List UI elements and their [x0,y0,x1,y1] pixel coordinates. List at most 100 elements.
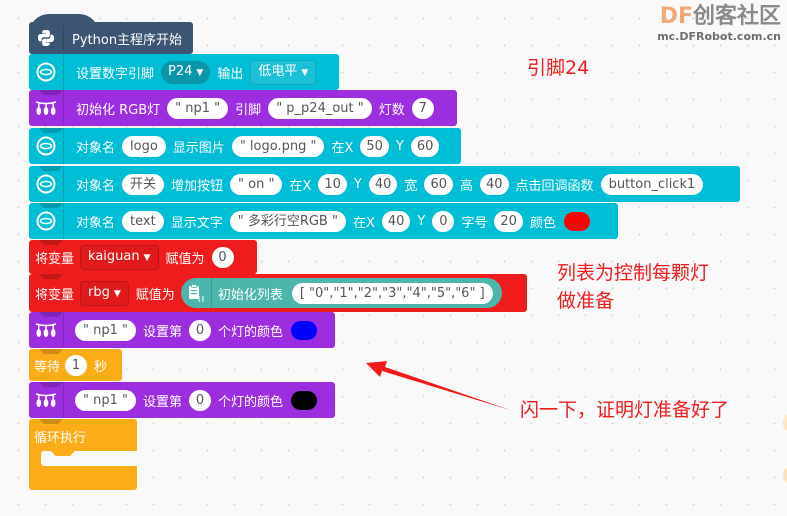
x-label: 在X [331,140,354,156]
set-digital-pin-block[interactable]: 设置数字引脚 P24 ▼ 输出 低电平 ▼ [29,54,339,90]
led-index-input[interactable]: 0 [189,389,212,411]
led-color-label: 个灯的颜色 [218,394,284,410]
forever-loop-block[interactable]: 循环执行 [29,419,137,490]
list-input[interactable]: [ "0","1","2","3","4","5","6" ] [291,282,493,304]
watermark-df: DF [659,4,693,29]
color-label: 颜色 [529,215,556,231]
variable-dropdown[interactable]: kaiguan ▼ [80,244,159,270]
rgb-pin-input[interactable]: " p_p24_out " [268,97,372,119]
set-led-color-block-1[interactable]: " np1 " 设置第 0 个灯的颜色 [29,312,335,348]
count-label: 灯数 [378,102,405,118]
add-button-block[interactable]: 对象名 开关 增加按钮 " on " 在X 10 Y 40 宽 60 高 40 … [29,166,740,202]
pin-label: 引脚 [235,102,262,118]
floating-button-edge[interactable] [783,465,787,485]
rgb-name-input[interactable]: " np1 " [167,97,229,119]
callback-input[interactable]: button_click1 [600,173,704,195]
block-notch [39,274,63,279]
watermark: DF创客社区 mc.DFRobot.com.cn [657,4,781,43]
rgb-name-input[interactable]: " np1 " [75,319,136,341]
rgb-strip-icon [29,382,64,418]
python-icon [29,25,64,51]
text-content-input[interactable]: " 多彩行空RGB " [229,210,346,232]
variable-value: kaiguan [88,248,140,264]
add-button-label: 增加按钮 [171,178,224,194]
x-label: 在X [352,215,375,231]
show-text-block[interactable]: 对象名 text 显示文字 " 多彩行空RGB " 在X 40 Y 0 字号 2… [29,203,618,239]
wait-label: 等待 [34,359,61,375]
x-input[interactable]: 40 [381,210,411,232]
object-name-label: 对象名 [76,178,116,194]
led-index-input[interactable]: 0 [189,319,212,341]
x-input[interactable]: 50 [360,135,389,157]
led-color-label: 个灯的颜色 [218,324,284,340]
set-var-label: 将变量 [35,287,75,303]
callback-label: 点击回调函数 [515,178,594,194]
unihiker-icon [29,203,64,239]
object-name-input[interactable]: 开关 [122,173,165,195]
height-label: 高 [459,178,473,194]
unihiker-icon [29,166,64,202]
caret-down-icon: ▼ [301,67,309,78]
set-variable-kaiguan-block[interactable]: 将变量 kaiguan ▼ 赋值为 0 [29,240,257,274]
pin-annotation: 引脚24 [527,57,590,79]
init-rgb-block[interactable]: 初始化 RGB灯 " np1 " 引脚 " p_p24_out " 灯数 7 [29,90,457,126]
y-label: Y [395,138,404,154]
output-label: 输出 [217,66,244,82]
list-annotation-line1: 列表为控制每颗灯 [557,262,710,284]
x-label: 在X [289,178,312,194]
y-input[interactable]: 60 [410,135,440,157]
object-name-label: 对象名 [76,215,116,231]
width-label: 宽 [404,178,418,194]
set-index-label: 设置第 [143,394,183,410]
floating-button-edge[interactable] [783,413,787,433]
show-image-label: 显示图片 [172,140,225,156]
level-value: 低电平 [258,63,298,79]
pin-value: P24 [168,63,193,79]
image-file-input[interactable]: " logo.png " [231,135,325,157]
rgb-name-input[interactable]: " np1 " [75,389,136,411]
block-notch [39,240,63,245]
loop-label: 循环执行 [34,431,87,446]
python-main-start-block[interactable]: Python主程序开始 [29,14,193,54]
init-list-label: 初始化列表 [217,287,283,303]
seconds-label: 秒 [94,359,108,375]
assign-label: 赋值为 [165,251,205,267]
value-input[interactable]: 0 [211,246,234,268]
pin-dropdown[interactable]: P24 ▼ [161,60,211,84]
set-led-color-block-2[interactable]: " np1 " 设置第 0 个灯的颜色 [29,382,335,418]
wait-seconds-input[interactable]: 1 [65,354,88,376]
wait-block[interactable]: 等待 1 秒 [29,349,122,381]
variable-value: rbg [88,284,110,300]
led-count-input[interactable]: 7 [411,97,434,119]
init-rgb-label: 初始化 RGB灯 [76,102,161,118]
caret-down-icon: ▼ [143,252,151,263]
rgb-strip-icon [29,90,64,126]
show-image-block[interactable]: 对象名 logo 显示图片 " logo.png " 在X 50 Y 60 [29,128,461,164]
level-dropdown[interactable]: 低电平 ▼ [250,59,317,85]
width-input[interactable]: 60 [424,173,453,195]
rgb-strip-icon [29,312,64,348]
y-input[interactable]: 40 [368,173,398,195]
init-list-block[interactable]: 初始化列表 [ "0","1","2","3","4","5","6" ] [180,278,502,308]
font-size-input[interactable]: 20 [494,210,523,232]
x-input[interactable]: 10 [318,173,347,195]
set-var-label: 将变量 [35,251,75,267]
y-input[interactable]: 0 [432,210,455,232]
color-picker[interactable] [291,390,318,410]
variable-dropdown[interactable]: rbg ▼ [80,280,129,306]
set-index-label: 设置第 [143,324,183,340]
button-text-input[interactable]: " on " [230,173,283,195]
block-notch [39,349,63,354]
height-input[interactable]: 40 [480,173,509,195]
color-picker[interactable] [291,320,318,340]
color-picker[interactable] [563,211,590,231]
set-variable-rbg-block[interactable]: 将变量 rbg ▼ 赋值为 初始化列表 [ "0","1","2","3","4"… [29,274,527,312]
watermark-url: mc.DFRobot.com.cn [657,30,781,43]
list-annotation-line2: 做准备 [557,290,615,312]
object-name-label: 对象名 [76,140,116,156]
object-name-input[interactable]: text [122,210,164,232]
unihiker-icon [29,54,64,90]
font-size-label: 字号 [461,215,488,231]
object-name-input[interactable]: logo [122,135,166,157]
assign-label: 赋值为 [135,287,175,303]
